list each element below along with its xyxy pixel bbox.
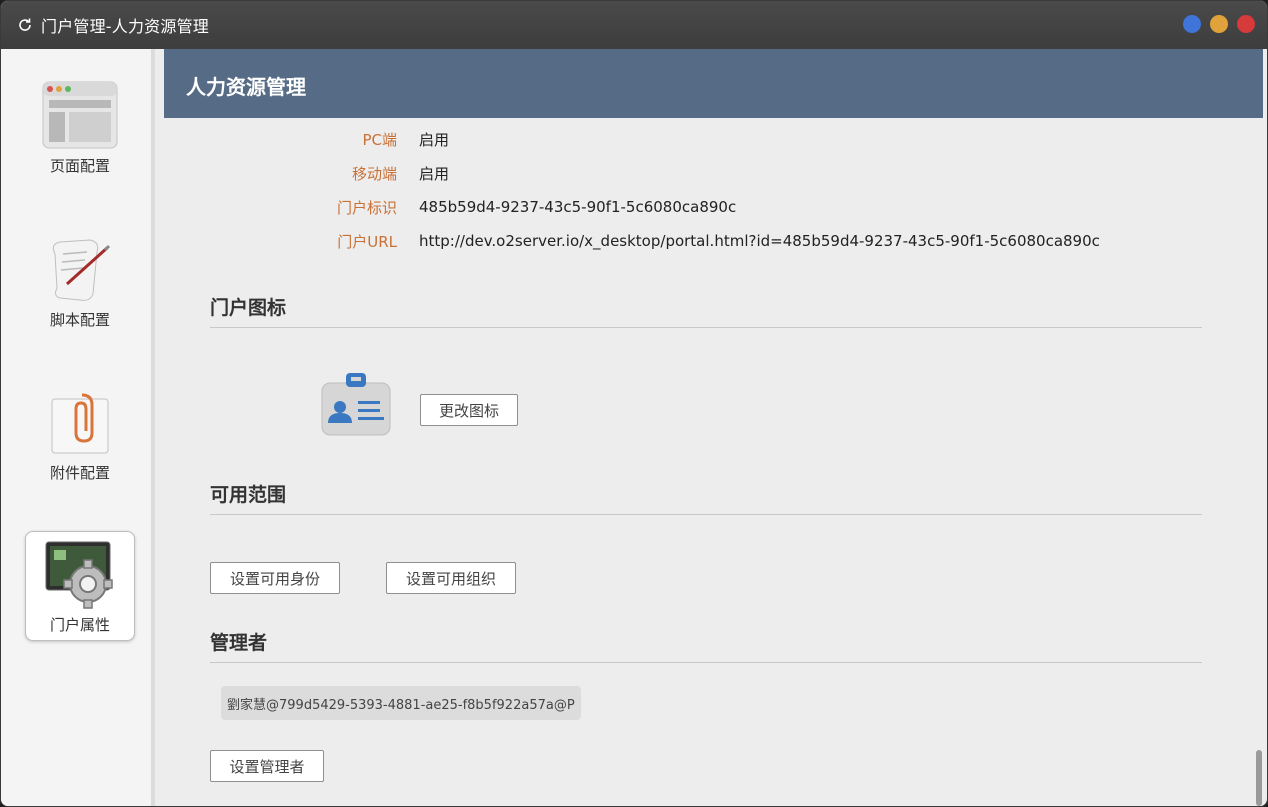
main-content: 人力资源管理 PC端 启用 移动端 启用 门户标识 485b59d4-9237-… — [164, 49, 1263, 806]
section-title-admin: 管理者 — [210, 632, 268, 654]
scrollbar-thumb[interactable] — [1256, 750, 1262, 806]
section-divider — [210, 662, 1202, 663]
page-layout-icon — [41, 77, 119, 153]
window-title: 门户管理-人力资源管理 — [41, 17, 209, 36]
section-divider — [210, 514, 1202, 515]
section-divider — [210, 327, 1202, 328]
prop-value: 启用 — [419, 164, 450, 183]
prop-label: 门户标识 — [336, 198, 397, 217]
app-window: 门户管理-人力资源管理 页面配置 脚本配置 附件配置 门户属性 人力资源管理 P… — [0, 0, 1268, 807]
prop-value: 启用 — [419, 130, 450, 149]
prop-label: PC端 — [362, 130, 397, 149]
page-title: 人力资源管理 — [186, 75, 306, 99]
prop-row-portal-id: 门户标识 485b59d4-9237-43c5-90f1-5c6080ca890… — [164, 195, 1164, 219]
close-button[interactable] — [1237, 15, 1255, 33]
prop-label: 门户URL — [337, 232, 397, 251]
gear-settings-icon — [41, 536, 119, 612]
scrollbar-track[interactable] — [1255, 118, 1263, 806]
prop-label: 移动端 — [351, 164, 397, 183]
sidebar: 页面配置 脚本配置 附件配置 门户属性 — [1, 49, 155, 806]
prop-row-pc: PC端 启用 — [164, 127, 1164, 151]
sidebar-item-label: 门户属性 — [49, 616, 110, 634]
set-admin-button[interactable]: 设置管理者 — [210, 750, 324, 782]
title-bar: 门户管理-人力资源管理 — [1, 1, 1267, 49]
prop-row-mobile: 移动端 启用 — [164, 161, 1164, 185]
set-identity-button[interactable]: 设置可用身份 — [210, 562, 340, 594]
window-controls — [1183, 15, 1255, 33]
portal-badge-icon — [320, 371, 392, 437]
admin-tag[interactable]: 劉家慧@799d5429-5393-4881-ae25-f8b5f922a57a… — [221, 686, 581, 720]
sidebar-item-page-config[interactable]: 页面配置 — [25, 73, 135, 183]
change-icon-button[interactable]: 更改图标 — [420, 394, 518, 426]
section-title-icon: 门户图标 — [210, 297, 287, 319]
prop-value: http://dev.o2server.io/x_desktop/portal.… — [419, 232, 1100, 250]
prop-row-portal-url: 门户URL http://dev.o2server.io/x_desktop/p… — [164, 229, 1164, 253]
paperclip-icon — [41, 384, 119, 460]
sidebar-item-label: 附件配置 — [49, 464, 110, 482]
refresh-icon[interactable] — [17, 17, 33, 33]
set-org-button[interactable]: 设置可用组织 — [386, 562, 516, 594]
sidebar-item-script-config[interactable]: 脚本配置 — [25, 227, 135, 337]
sidebar-item-label: 脚本配置 — [49, 311, 110, 329]
section-title-scope: 可用范围 — [210, 484, 287, 506]
script-scroll-icon — [41, 231, 119, 307]
sidebar-item-label: 页面配置 — [49, 157, 110, 175]
content-header: 人力资源管理 — [164, 49, 1263, 118]
maximize-button[interactable] — [1183, 15, 1201, 33]
sidebar-item-attachment-config[interactable]: 附件配置 — [25, 380, 135, 490]
prop-value: 485b59d4-9237-43c5-90f1-5c6080ca890c — [419, 198, 737, 216]
minimize-button[interactable] — [1210, 15, 1228, 33]
sidebar-item-portal-properties[interactable]: 门户属性 — [25, 531, 135, 641]
